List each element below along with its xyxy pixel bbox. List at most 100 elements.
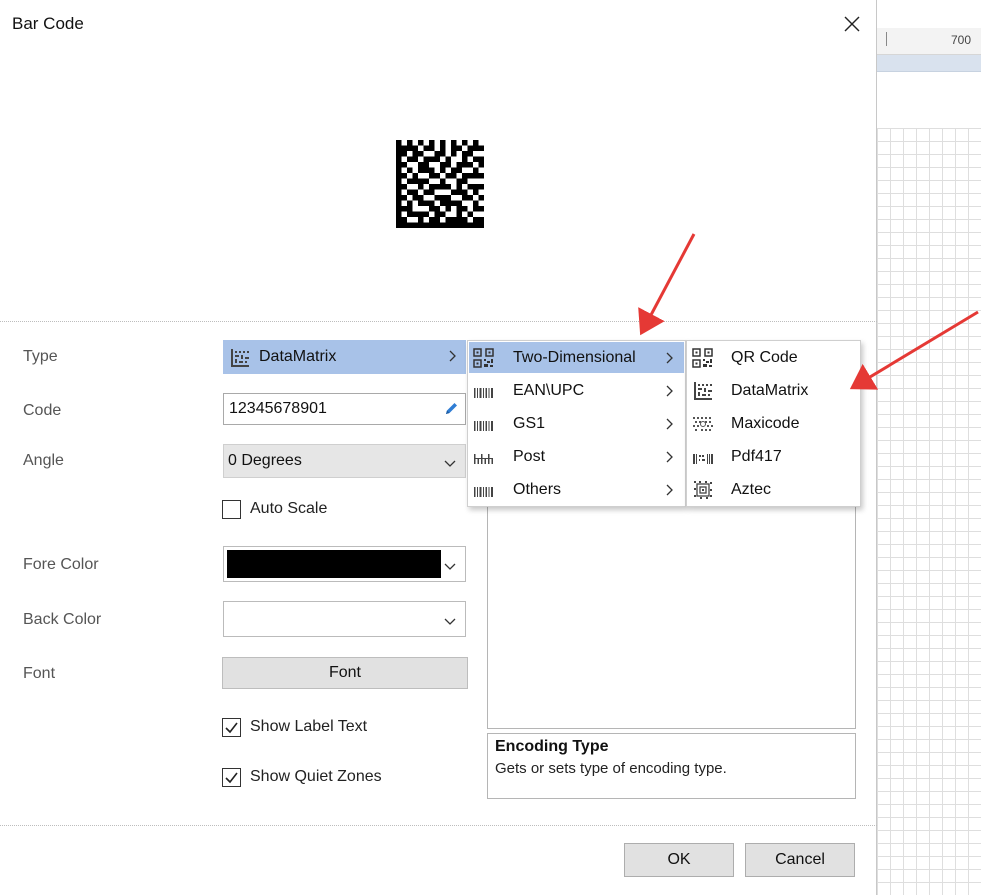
barcode-module	[445, 195, 451, 201]
barcode-module	[478, 217, 484, 223]
barcode-module	[396, 140, 402, 146]
barcode-module	[473, 189, 479, 195]
barcode-module	[423, 189, 429, 195]
checkmark-icon	[225, 772, 238, 784]
barcode-module	[401, 184, 407, 190]
code-input[interactable]: 12345678901	[223, 393, 466, 425]
barcode-module	[401, 217, 407, 223]
barcode-module	[412, 173, 418, 179]
menu-item-ean-upc[interactable]: EAN\UPC	[469, 375, 684, 406]
property-grid[interactable]	[487, 505, 856, 729]
barcode-module	[407, 145, 413, 151]
chevron-right-icon	[447, 349, 457, 368]
barcode-module	[462, 156, 468, 162]
barcode-module	[396, 167, 402, 173]
barcode-module	[462, 162, 468, 168]
barcode-module	[429, 145, 435, 151]
barcode-module	[401, 145, 407, 151]
qr-icon	[473, 348, 495, 373]
menu-item-qr-code[interactable]: QR Code	[688, 342, 859, 373]
barcode-module	[412, 178, 418, 184]
menu-item-gs1[interactable]: GS1	[469, 408, 684, 439]
barcode-module	[467, 162, 473, 168]
barcode-module	[434, 156, 440, 162]
menu-item-others[interactable]: Others	[469, 474, 684, 505]
checkmark-icon	[225, 722, 238, 734]
barcode-module	[423, 167, 429, 173]
barcode-module	[418, 167, 424, 173]
back-color-picker[interactable]	[223, 601, 466, 637]
barcode-module	[445, 173, 451, 179]
barcode-module	[407, 156, 413, 162]
barcode-module	[412, 211, 418, 217]
barcode-module	[467, 211, 473, 217]
barcode-module	[434, 184, 440, 190]
barcode-module	[473, 167, 479, 173]
menu-item-two-dimensional[interactable]: Two-Dimensional	[469, 342, 684, 373]
barcode-module	[473, 222, 479, 228]
checkbox-box	[222, 768, 241, 787]
cancel-button[interactable]: Cancel	[745, 843, 855, 877]
font-button[interactable]: Font	[222, 657, 468, 689]
type-label: Type	[23, 348, 58, 365]
menu-item-aztec[interactable]: Aztec	[688, 474, 859, 505]
barcode-module	[478, 206, 484, 212]
barcode-module	[412, 151, 418, 157]
barcode-module	[429, 184, 435, 190]
barcode-module	[412, 222, 418, 228]
barcode-module	[396, 162, 402, 168]
ruler: 700	[877, 28, 981, 55]
datamatrix-icon	[692, 381, 714, 406]
barcode-module	[478, 162, 484, 168]
separator	[0, 825, 877, 826]
barcode-module	[434, 195, 440, 201]
barcode-module	[396, 145, 402, 151]
type-selector[interactable]: DataMatrix	[223, 340, 466, 374]
menu-item-pdf417[interactable]: Pdf417	[688, 441, 859, 472]
barcode-module	[440, 145, 446, 151]
barcode-module	[418, 200, 424, 206]
menu-item-label: Two-Dimensional	[513, 349, 636, 366]
barcode-module	[412, 195, 418, 201]
barcode-module	[451, 167, 457, 173]
barcode-module	[456, 222, 462, 228]
menu-item-datamatrix[interactable]: DataMatrix	[688, 375, 859, 406]
menu-item-post[interactable]: Post	[469, 441, 684, 472]
barcode-module	[434, 211, 440, 217]
barcode-module	[456, 184, 462, 190]
ok-button[interactable]: OK	[624, 843, 734, 877]
menu-item-label: GS1	[513, 415, 546, 432]
show-label-text-label: Show Label Text	[250, 718, 368, 735]
barcode-module	[423, 145, 429, 151]
barcode-icon	[473, 418, 495, 436]
barcode-module	[467, 222, 473, 228]
barcode-module	[396, 189, 402, 195]
edit-pencil-icon[interactable]	[443, 401, 459, 422]
barcode-module	[434, 217, 440, 223]
barcode-module	[467, 195, 473, 201]
barcode-module	[407, 206, 413, 212]
barcode-module	[456, 167, 462, 173]
menu-item-label: Post	[513, 448, 546, 465]
back-color-label: Back Color	[23, 611, 102, 628]
design-grid[interactable]	[877, 128, 981, 895]
close-button[interactable]	[838, 10, 866, 38]
barcode-module	[407, 167, 413, 173]
barcode-module	[401, 222, 407, 228]
barcode-module	[440, 167, 446, 173]
barcode-module	[462, 217, 468, 223]
menu-item-maxicode[interactable]: Maxicode	[688, 408, 859, 439]
angle-dropdown[interactable]: 0 Degrees	[223, 444, 466, 478]
barcode-module	[423, 156, 429, 162]
barcode-module	[396, 217, 402, 223]
barcode-module	[451, 200, 457, 206]
barcode-module	[423, 211, 429, 217]
barcode-module	[451, 189, 457, 195]
chevron-right-icon	[664, 351, 674, 370]
barcode-module	[462, 178, 468, 184]
fore-color-picker[interactable]	[223, 546, 466, 582]
barcode-module	[478, 173, 484, 179]
barcode-module	[456, 189, 462, 195]
barcode-module	[418, 151, 424, 157]
barcode-module	[412, 189, 418, 195]
